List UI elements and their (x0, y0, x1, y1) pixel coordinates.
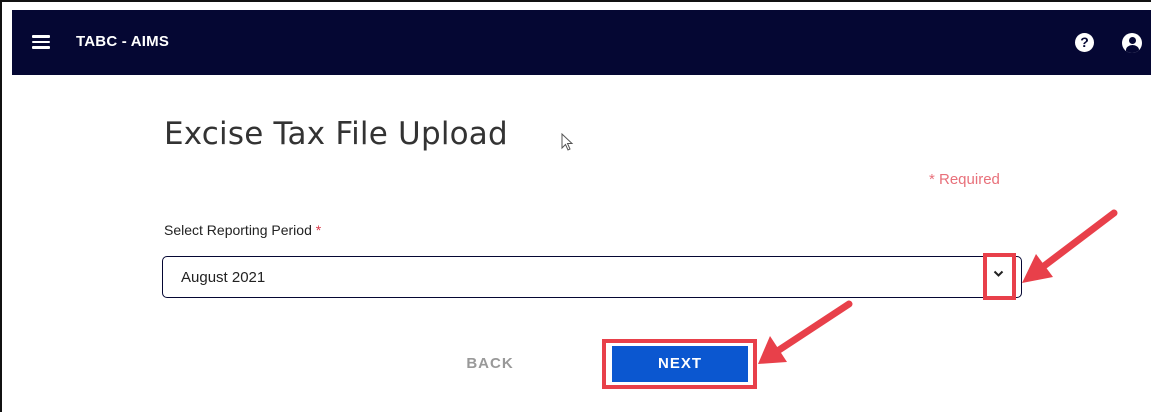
app-header: TABC - AIMS ? (12, 10, 1151, 75)
reporting-period-selected-value: August 2021 (181, 269, 266, 286)
reporting-period-label: Select Reporting Period * (164, 222, 321, 238)
hamburger-menu-icon[interactable] (32, 35, 50, 49)
required-note: * Required (929, 171, 1000, 188)
back-button[interactable]: BACK (445, 345, 535, 383)
reporting-period-select[interactable]: August 2021 (162, 256, 1022, 298)
chevron-down-icon[interactable] (993, 270, 1004, 278)
app-title: TABC - AIMS (76, 33, 170, 50)
mouse-cursor-icon (561, 133, 574, 151)
page-title: Excise Tax File Upload (164, 116, 508, 152)
help-icon[interactable]: ? (1075, 33, 1094, 52)
user-account-icon[interactable] (1122, 33, 1142, 53)
reporting-period-label-text: Select Reporting Period (164, 222, 312, 238)
next-button[interactable]: NEXT (612, 346, 748, 382)
required-marker: * (315, 222, 322, 238)
